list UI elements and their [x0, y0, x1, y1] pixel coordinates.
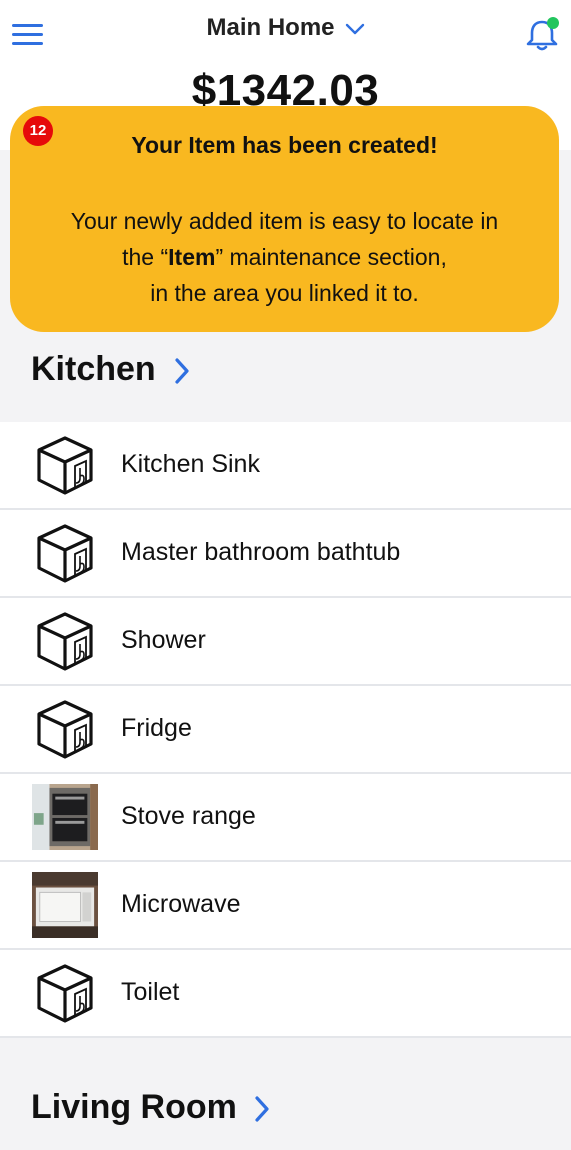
section-header-living-room[interactable]: Living Room: [0, 1074, 571, 1144]
notification-bell-icon[interactable]: [524, 16, 560, 52]
tooltip-line-3: in the area you linked it to.: [150, 280, 419, 306]
section-title: Living Room: [31, 1088, 237, 1126]
item-label: Kitchen Sink: [121, 450, 260, 478]
list-item[interactable]: Fridge: [0, 686, 571, 774]
home-name: Main Home: [206, 14, 335, 41]
item-label: Toilet: [121, 978, 180, 1006]
list-item[interactable]: Master bathroom bathtub: [0, 510, 571, 598]
item-label: Fridge: [121, 714, 192, 742]
item-label: Master bathroom bathtub: [121, 538, 401, 566]
box-icon: [31, 520, 99, 586]
item-list: Kitchen Sink Master bathroom bathtub Sho…: [0, 422, 571, 1038]
item-label: Stove range: [121, 802, 256, 830]
home-selector[interactable]: Main Home: [0, 14, 571, 42]
section-header-kitchen[interactable]: Kitchen: [0, 336, 571, 406]
tooltip-title: Your Item has been created!: [131, 132, 438, 158]
tooltip-body: Your newly added item is easy to locate …: [10, 203, 559, 311]
chevron-right-icon: [175, 358, 189, 384]
list-item[interactable]: Stove range: [0, 774, 571, 862]
chevron-down-icon: [345, 23, 364, 34]
microwave-photo: [32, 872, 98, 938]
list-item[interactable]: Microwave: [0, 862, 571, 950]
item-label: Shower: [121, 626, 206, 654]
list-item[interactable]: Shower: [0, 598, 571, 686]
box-icon: [31, 432, 99, 498]
box-icon: [31, 608, 99, 674]
tooltip-line-2: the “Item” maintenance section,: [122, 244, 447, 270]
box-icon: [31, 696, 99, 762]
item-label: Microwave: [121, 890, 241, 918]
section-title: Kitchen: [31, 350, 156, 388]
list-item[interactable]: Kitchen Sink: [0, 422, 571, 510]
stove-photo: [32, 784, 98, 850]
tooltip-line-1: Your newly added item is easy to locate …: [70, 208, 499, 234]
list-item[interactable]: Toilet: [0, 950, 571, 1038]
box-icon: [31, 960, 99, 1026]
chevron-right-icon: [255, 1096, 269, 1122]
